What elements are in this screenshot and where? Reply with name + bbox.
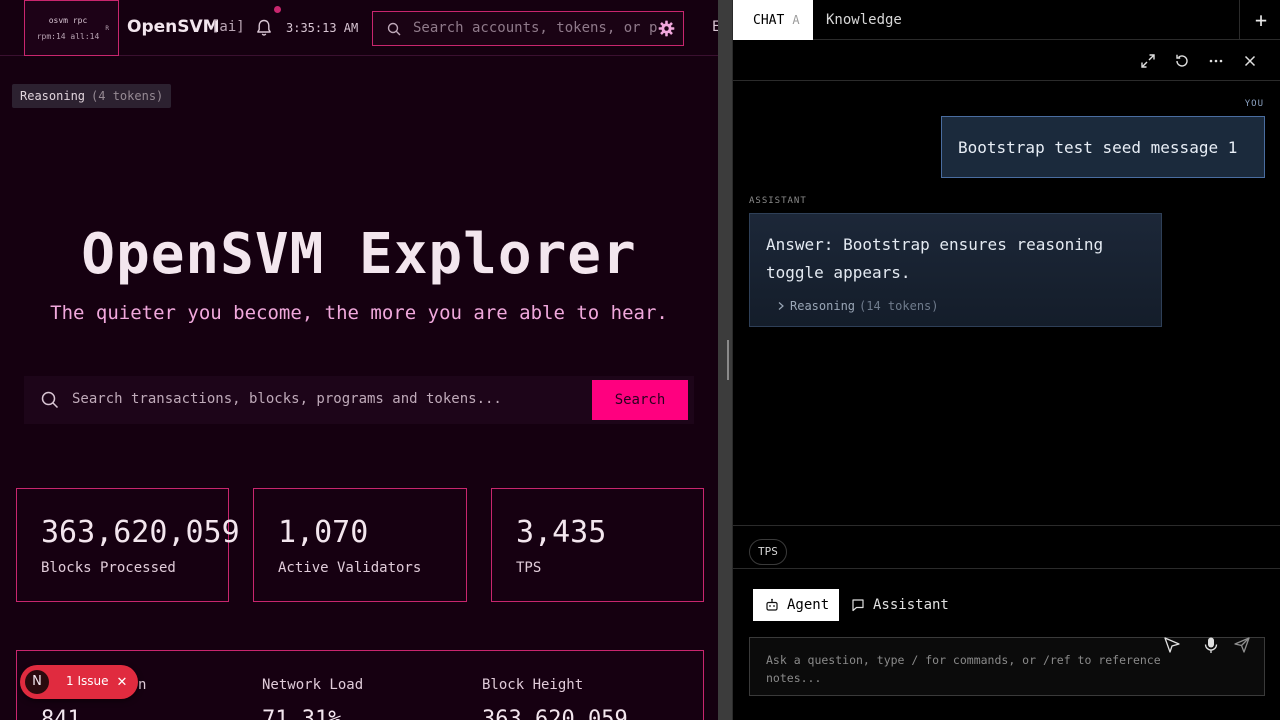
issues-badge[interactable]: N 1 Issue ✕ xyxy=(20,665,138,699)
header-search-input[interactable]: Search accounts, tokens, or pr xyxy=(413,20,657,36)
close-icon[interactable] xyxy=(1242,53,1258,69)
tab-chat[interactable]: CHAT A xyxy=(733,0,813,40)
chat-toolbar xyxy=(733,41,1280,81)
reasoning-toggle-tokens: (14 tokens) xyxy=(859,299,939,313)
user-message-bubble: Bootstrap test seed message 1 xyxy=(941,116,1265,178)
resize-handle[interactable] xyxy=(727,340,729,380)
chat-tabs: CHAT A Knowledge + xyxy=(733,0,1280,40)
rpc-title: osvm rpc xyxy=(48,16,88,25)
assistant-message-text: Answer: Bootstrap ensures reasoning togg… xyxy=(766,235,1104,282)
message-square-icon xyxy=(852,599,864,612)
top-navbar: osvm rpc rpm:14 all:14 R OpenSVM [ai] 3:… xyxy=(0,0,718,56)
chevron-right-icon xyxy=(778,302,784,310)
network-load-value: 71.31% xyxy=(262,707,342,720)
notification-dot xyxy=(274,6,281,13)
bot-icon xyxy=(766,598,778,611)
search-icon xyxy=(387,22,401,36)
notification-bell-icon[interactable] xyxy=(256,19,272,37)
brand-ai-tag: [ai] xyxy=(211,19,245,35)
mode-assistant-label: Assistant xyxy=(873,597,949,613)
mode-agent-button[interactable]: Agent xyxy=(753,589,839,621)
stat-label: Blocks Processed xyxy=(41,560,176,576)
clock: 3:35:13 AM xyxy=(286,21,359,35)
send-icon[interactable] xyxy=(1233,636,1251,654)
reasoning-toggle[interactable]: Reasoning (14 tokens) xyxy=(776,299,939,313)
hero-subtitle: The quieter you become, the more you are… xyxy=(50,302,668,324)
more-options-icon[interactable] xyxy=(1208,53,1224,69)
reasoning-chip-tokens: (4 tokens) xyxy=(91,89,164,103)
stat-card-tps: 3,435 TPS xyxy=(491,488,704,602)
header-search[interactable]: Search accounts, tokens, or pr xyxy=(372,11,684,46)
tab-knowledge[interactable]: Knowledge xyxy=(826,0,902,40)
chat-composer[interactable]: Ask a question, type / for commands, or … xyxy=(749,637,1265,696)
stat-value: 363,620,059 xyxy=(41,515,240,550)
gear-icon[interactable] xyxy=(658,20,675,37)
tab-chat-label: CHAT xyxy=(753,13,785,28)
new-tab-button[interactable]: + xyxy=(1251,10,1271,30)
context-chip-tps[interactable]: TPS xyxy=(749,539,787,565)
stat-label: Active Validators xyxy=(278,560,422,576)
reasoning-toggle-label: Reasoning xyxy=(790,299,856,313)
network-load-label: Network Load xyxy=(262,677,364,693)
pane-divider[interactable] xyxy=(718,0,732,720)
search-button[interactable]: Search xyxy=(592,380,688,420)
rpc-stats: rpm:14 all:14 xyxy=(36,32,100,41)
assistant-role-label: ASSISTANT xyxy=(749,196,807,206)
mode-agent-label: Agent xyxy=(787,597,830,613)
context-chip-row: TPS xyxy=(733,525,1280,569)
dev-tools-avatar[interactable]: N xyxy=(25,670,49,694)
stat-card-blocks: 363,620,059 Blocks Processed xyxy=(16,488,240,602)
microphone-icon[interactable] xyxy=(1202,636,1220,654)
user-role-label: YOU xyxy=(1244,99,1264,109)
expand-icon[interactable] xyxy=(1140,53,1156,69)
assistant-message-bubble: Answer: Bootstrap ensures reasoning togg… xyxy=(749,213,1162,327)
stat-card-validators: 1,070 Active Validators xyxy=(253,488,467,602)
rpc-status-widget[interactable]: osvm rpc rpm:14 all:14 R xyxy=(24,0,119,56)
stat-value: 3,435 xyxy=(516,515,607,550)
stat-label: TPS xyxy=(516,560,542,576)
composer-input[interactable]: Ask a question, type / for commands, or … xyxy=(766,651,1176,687)
tab-divider xyxy=(1239,0,1240,40)
block-height-value: 363,620,059 xyxy=(482,707,628,720)
refresh-icon[interactable] xyxy=(1174,53,1190,69)
stat-value: 1,070 xyxy=(278,515,369,550)
hero-title: OpenSVM Explorer xyxy=(81,222,637,287)
network-stat-value: 841 xyxy=(41,707,81,720)
reasoning-chip[interactable]: Reasoning (4 tokens) xyxy=(12,84,172,108)
reasoning-chip-label: Reasoning xyxy=(20,89,86,103)
main-search-input[interactable]: Search transactions, blocks, programs an… xyxy=(72,391,502,407)
network-stat-label: n xyxy=(138,677,147,693)
brand-logo[interactable]: OpenSVM xyxy=(127,17,220,37)
tab-chat-shortcut: A xyxy=(792,13,800,27)
close-icon[interactable]: ✕ xyxy=(112,671,132,691)
search-icon xyxy=(41,391,59,409)
rpc-marker: R xyxy=(105,25,109,32)
block-height-label: Block Height xyxy=(482,677,584,693)
send-plan-icon[interactable] xyxy=(1163,636,1181,654)
explorer-pane: osvm rpc rpm:14 all:14 R OpenSVM [ai] 3:… xyxy=(0,0,718,720)
chat-sidebar: CHAT A Knowledge + YOU Bootstrap test see… xyxy=(732,0,1280,720)
mode-assistant-button[interactable]: Assistant xyxy=(851,589,949,621)
main-search-bar: Search transactions, blocks, programs an… xyxy=(24,376,694,424)
issue-count[interactable]: 1 Issue xyxy=(66,674,108,688)
